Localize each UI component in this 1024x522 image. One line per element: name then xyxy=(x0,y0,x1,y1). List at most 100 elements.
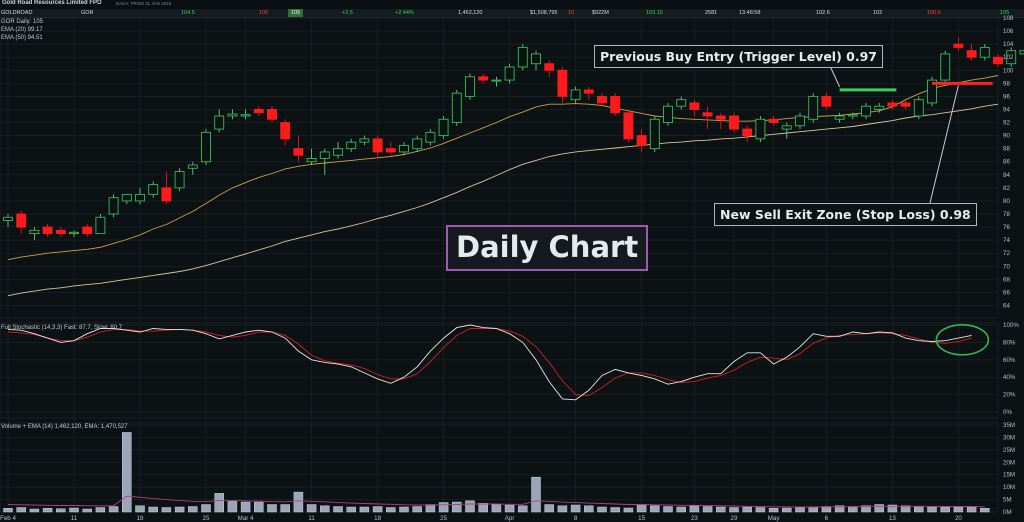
candle xyxy=(16,210,27,234)
candle xyxy=(359,135,370,146)
volume-bar xyxy=(940,506,950,513)
volume-bar xyxy=(544,504,554,513)
volume-bar xyxy=(570,504,581,513)
candle xyxy=(372,135,383,159)
volume-bar xyxy=(927,506,937,513)
candle xyxy=(689,99,700,116)
stochastic-fast-line xyxy=(7,324,972,401)
candle-body xyxy=(940,53,951,81)
candle-body xyxy=(768,118,779,123)
candle-body xyxy=(425,131,436,143)
candle xyxy=(940,50,951,84)
volume-bar xyxy=(108,506,119,513)
price-axis-tick: 78 xyxy=(1003,211,1010,218)
volume-bar xyxy=(584,505,594,513)
volume-bar xyxy=(768,508,779,513)
candle-body xyxy=(742,128,753,137)
candle-body xyxy=(135,193,145,202)
volume-bar xyxy=(663,506,673,513)
candle xyxy=(187,161,198,175)
volume-axis-tick: 15M xyxy=(1003,472,1015,479)
volume-axis-tick: 20M xyxy=(1003,459,1015,466)
price-axis-tick: 108 xyxy=(1003,15,1014,22)
candle-body xyxy=(372,138,383,153)
volume-axis-tick: 10M xyxy=(1003,484,1015,491)
price-legend-close: GOR Daily: 105 xyxy=(1,19,44,25)
volume-bar xyxy=(122,432,132,513)
candle-body xyxy=(729,115,739,130)
candle xyxy=(768,116,779,126)
candle-body xyxy=(663,105,673,123)
candle xyxy=(491,76,502,87)
stochastic-axis-tick: 60% xyxy=(1003,357,1016,364)
candle xyxy=(795,112,805,130)
candle-body xyxy=(887,102,898,107)
price-axis-tick: 90 xyxy=(1003,133,1010,140)
candle-body xyxy=(161,187,172,202)
candle-body xyxy=(597,95,607,104)
candle-body xyxy=(517,46,528,68)
stochastic-axis-tick: 100% xyxy=(1003,322,1019,329)
volume-bar xyxy=(966,506,977,513)
stochastic-slow-line xyxy=(7,328,972,396)
candle xyxy=(121,193,132,205)
candle xyxy=(583,86,594,100)
price-axis-tick: 88 xyxy=(1003,146,1010,153)
candle-body xyxy=(755,118,766,140)
x-tick-label: 25 xyxy=(440,515,447,522)
candle xyxy=(55,227,66,237)
candle xyxy=(966,44,977,61)
candle xyxy=(201,129,211,165)
volume-bar xyxy=(320,505,330,513)
volume-bar xyxy=(729,507,739,513)
volume-bar xyxy=(742,506,752,513)
volume-bar xyxy=(518,505,528,513)
volume-bar xyxy=(755,507,766,513)
price-axis-tick: 70 xyxy=(1003,263,1010,270)
candle xyxy=(148,181,159,198)
candle-body xyxy=(438,118,449,137)
candle xyxy=(346,138,357,152)
candle xyxy=(135,187,145,205)
candle xyxy=(781,122,792,139)
volume-bar xyxy=(953,506,964,513)
volume-bar xyxy=(412,506,422,513)
candle-body xyxy=(966,50,977,58)
volume-bar xyxy=(782,507,792,513)
stochastic-axis-tick: 40% xyxy=(1003,374,1016,381)
volume-bar xyxy=(386,507,396,513)
candle xyxy=(399,142,409,156)
x-tick-label: 11 xyxy=(71,515,78,522)
candle xyxy=(82,223,93,237)
candle-body xyxy=(900,102,911,107)
x-tick-label: 29 xyxy=(731,515,738,522)
candle xyxy=(69,230,79,237)
candle-body xyxy=(676,99,687,107)
candle-body xyxy=(16,213,27,228)
candle xyxy=(412,135,423,152)
candle-body xyxy=(3,216,13,221)
candle xyxy=(531,50,541,71)
candle-body xyxy=(306,158,317,163)
price-axis-tick: 66 xyxy=(1003,289,1010,296)
volume-bar xyxy=(597,506,607,513)
volume-bar xyxy=(174,506,185,513)
candle-body xyxy=(319,151,330,159)
candle-body xyxy=(874,105,885,110)
price-axis-tick: 82 xyxy=(1003,185,1010,192)
buy-callout-pointer xyxy=(829,65,841,88)
volume-bar xyxy=(267,504,277,513)
candle-body xyxy=(583,89,594,94)
candle-body xyxy=(174,171,185,189)
candle-body xyxy=(148,184,159,195)
candle-body xyxy=(55,229,66,235)
price-axis-tick: 100 xyxy=(1003,67,1014,74)
candle-body xyxy=(544,63,555,71)
candle-body xyxy=(834,115,845,120)
candle xyxy=(821,93,832,110)
candle-body xyxy=(689,102,700,110)
volume-bar xyxy=(69,507,79,513)
volume-bar xyxy=(716,506,726,513)
volume-bar xyxy=(372,506,383,513)
candle-body xyxy=(359,138,370,143)
